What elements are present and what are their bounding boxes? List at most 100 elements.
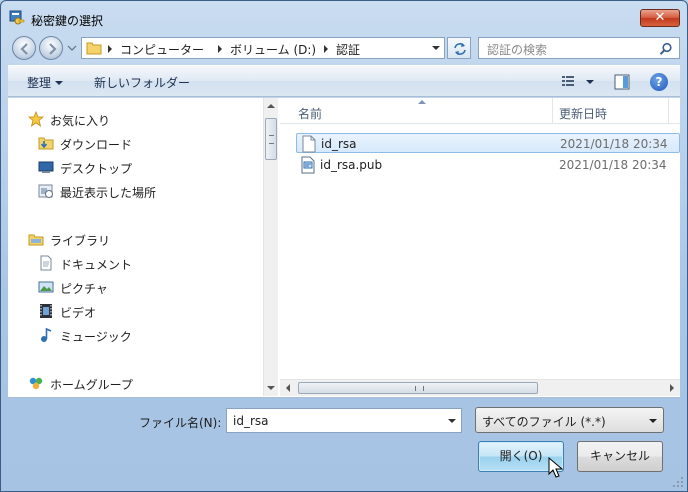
scrollbar-thumb[interactable] <box>298 382 538 394</box>
file-icon <box>302 135 316 153</box>
folder-icon <box>86 42 102 55</box>
nav-item-homegroup[interactable]: ホームグループ <box>8 373 262 393</box>
resize-grip-icon[interactable] <box>672 476 684 488</box>
scroll-up-icon[interactable] <box>267 104 275 108</box>
nav-item-label: ライブラリ <box>50 234 111 248</box>
nav-item-label: ホームグループ <box>50 378 133 392</box>
breadcrumb-auth[interactable]: 認証 <box>336 41 360 58</box>
scroll-left-icon[interactable] <box>286 384 290 392</box>
certificate-file-icon <box>301 156 315 174</box>
change-view-button[interactable] <box>560 74 596 90</box>
nav-item-label: ダウンロード <box>60 138 133 152</box>
nav-item-label: お気に入り <box>50 114 111 128</box>
cancel-button[interactable]: キャンセル <box>577 441 663 472</box>
scroll-right-icon[interactable] <box>670 384 674 392</box>
column-divider[interactable] <box>668 98 669 124</box>
file-type-select[interactable]: すべてのファイル (*.*) <box>475 407 664 433</box>
navigation-pane: お気に入り ダウンロード デスクトップ 最近表示した場所 ライブラリ ドキュメン… <box>8 98 278 396</box>
file-row-id-rsa[interactable]: id_rsa 2021/01/18 20:34 <box>296 133 680 153</box>
library-icon <box>28 234 44 246</box>
window-title: 秘密鍵の選択 <box>31 14 104 28</box>
scroll-down-icon[interactable] <box>267 386 275 390</box>
filename-value: id_rsa <box>233 414 269 428</box>
search-box[interactable]: 認証の検索 <box>478 37 680 59</box>
back-button[interactable] <box>12 36 36 60</box>
breadcrumb-separator-icon[interactable] <box>324 45 328 53</box>
filename-label: ファイル名(N): <box>139 416 222 430</box>
column-header-row: 名前 更新日時 <box>280 98 680 124</box>
videos-icon <box>40 304 52 318</box>
details-view-icon <box>562 76 574 86</box>
file-name: id_rsa <box>321 137 357 151</box>
breadcrumb-volume-d[interactable]: ボリューム (D:) <box>230 41 316 58</box>
forward-button[interactable] <box>39 36 63 60</box>
nav-item-label: ドキュメント <box>60 258 133 272</box>
recent-places-icon <box>38 184 53 198</box>
desktop-icon <box>38 161 54 173</box>
breadcrumb-separator-icon[interactable] <box>108 45 112 53</box>
key-app-icon <box>9 10 25 25</box>
new-folder-button[interactable]: 新しいフォルダー <box>94 74 190 91</box>
file-open-dialog: 秘密鍵の選択 ✕ コンピューター ボリューム (D:) 認証 認証の検索 整理 … <box>0 0 688 492</box>
organize-button[interactable]: 整理 <box>27 74 64 91</box>
sort-ascending-icon <box>418 100 426 104</box>
star-icon <box>28 111 44 127</box>
breadcrumb-computer[interactable]: コンピューター <box>120 41 204 58</box>
chevron-down-icon <box>649 419 657 423</box>
file-type-value: すべてのファイル (*.*) <box>482 415 606 429</box>
nav-item-pictures[interactable]: ピクチャ <box>8 277 262 297</box>
nav-item-favorites[interactable]: お気に入り <box>8 109 262 129</box>
address-bar[interactable]: コンピューター ボリューム (D:) 認証 <box>81 37 445 59</box>
scrollbar-thumb[interactable] <box>265 118 277 160</box>
title-bar[interactable]: 秘密鍵の選択 ✕ <box>1 1 687 35</box>
mouse-cursor-icon <box>548 457 564 478</box>
file-modified: 2021/01/18 20:34 <box>559 158 667 172</box>
column-header-name[interactable]: 名前 <box>298 105 322 122</box>
organize-label: 整理 <box>27 76 52 90</box>
nav-item-libraries[interactable]: ライブラリ <box>8 229 262 249</box>
column-header-modified[interactable]: 更新日時 <box>559 105 607 122</box>
chevron-down-icon <box>55 81 64 85</box>
close-button[interactable]: ✕ <box>640 9 680 27</box>
help-button[interactable]: ? <box>650 73 668 91</box>
nav-item-videos[interactable]: ビデオ <box>8 301 262 321</box>
downloads-folder-icon <box>38 137 54 150</box>
nav-item-label: 最近表示した場所 <box>60 186 157 200</box>
command-toolbar: 整理 新しいフォルダー ? <box>8 65 680 97</box>
arrow-left-icon <box>20 43 28 55</box>
browser-area: お気に入り ダウンロード デスクトップ 最近表示した場所 ライブラリ ドキュメン… <box>8 98 680 398</box>
navigation-scrollbar[interactable] <box>263 98 278 396</box>
nav-item-label: デスクトップ <box>60 162 133 176</box>
close-icon: ✕ <box>654 10 666 25</box>
address-dropdown-icon[interactable] <box>432 46 440 50</box>
filename-input[interactable]: id_rsa <box>226 408 462 433</box>
search-placeholder: 認証の検索 <box>487 43 548 57</box>
file-name: id_rsa.pub <box>320 158 383 172</box>
pictures-icon <box>38 281 54 293</box>
refresh-icon <box>454 43 466 55</box>
nav-item-label: ミュージック <box>60 330 132 344</box>
arrow-right-icon <box>49 43 57 55</box>
music-icon <box>41 327 52 342</box>
file-list: 名前 更新日時 id_rsa 2021/01/18 20:34 id_rsa.p… <box>280 98 680 396</box>
file-row-id-rsa-pub[interactable]: id_rsa.pub 2021/01/18 20:34 <box>296 155 680 175</box>
filename-history-dropdown-icon[interactable] <box>448 419 456 423</box>
help-icon: ? <box>655 75 663 89</box>
nav-item-downloads[interactable]: ダウンロード <box>8 133 262 153</box>
file-list-scrollbar[interactable] <box>280 379 680 396</box>
search-icon[interactable] <box>659 42 673 56</box>
refresh-button[interactable] <box>447 37 471 59</box>
nav-item-label: ビデオ <box>60 306 97 320</box>
nav-item-documents[interactable]: ドキュメント <box>8 253 262 273</box>
nav-item-desktop[interactable]: デスクトップ <box>8 157 262 177</box>
documents-icon <box>40 255 52 271</box>
breadcrumb-separator-icon[interactable] <box>218 45 222 53</box>
nav-item-recent-places[interactable]: 最近表示した場所 <box>8 181 262 201</box>
preview-pane-button[interactable] <box>614 74 630 90</box>
file-modified: 2021/01/18 20:34 <box>560 137 668 151</box>
homegroup-icon <box>29 377 43 390</box>
nav-item-music[interactable]: ミュージック <box>8 325 262 345</box>
nav-item-label: ピクチャ <box>60 282 108 296</box>
column-divider[interactable] <box>552 98 553 124</box>
recent-pages-dropdown-icon[interactable] <box>67 43 77 53</box>
